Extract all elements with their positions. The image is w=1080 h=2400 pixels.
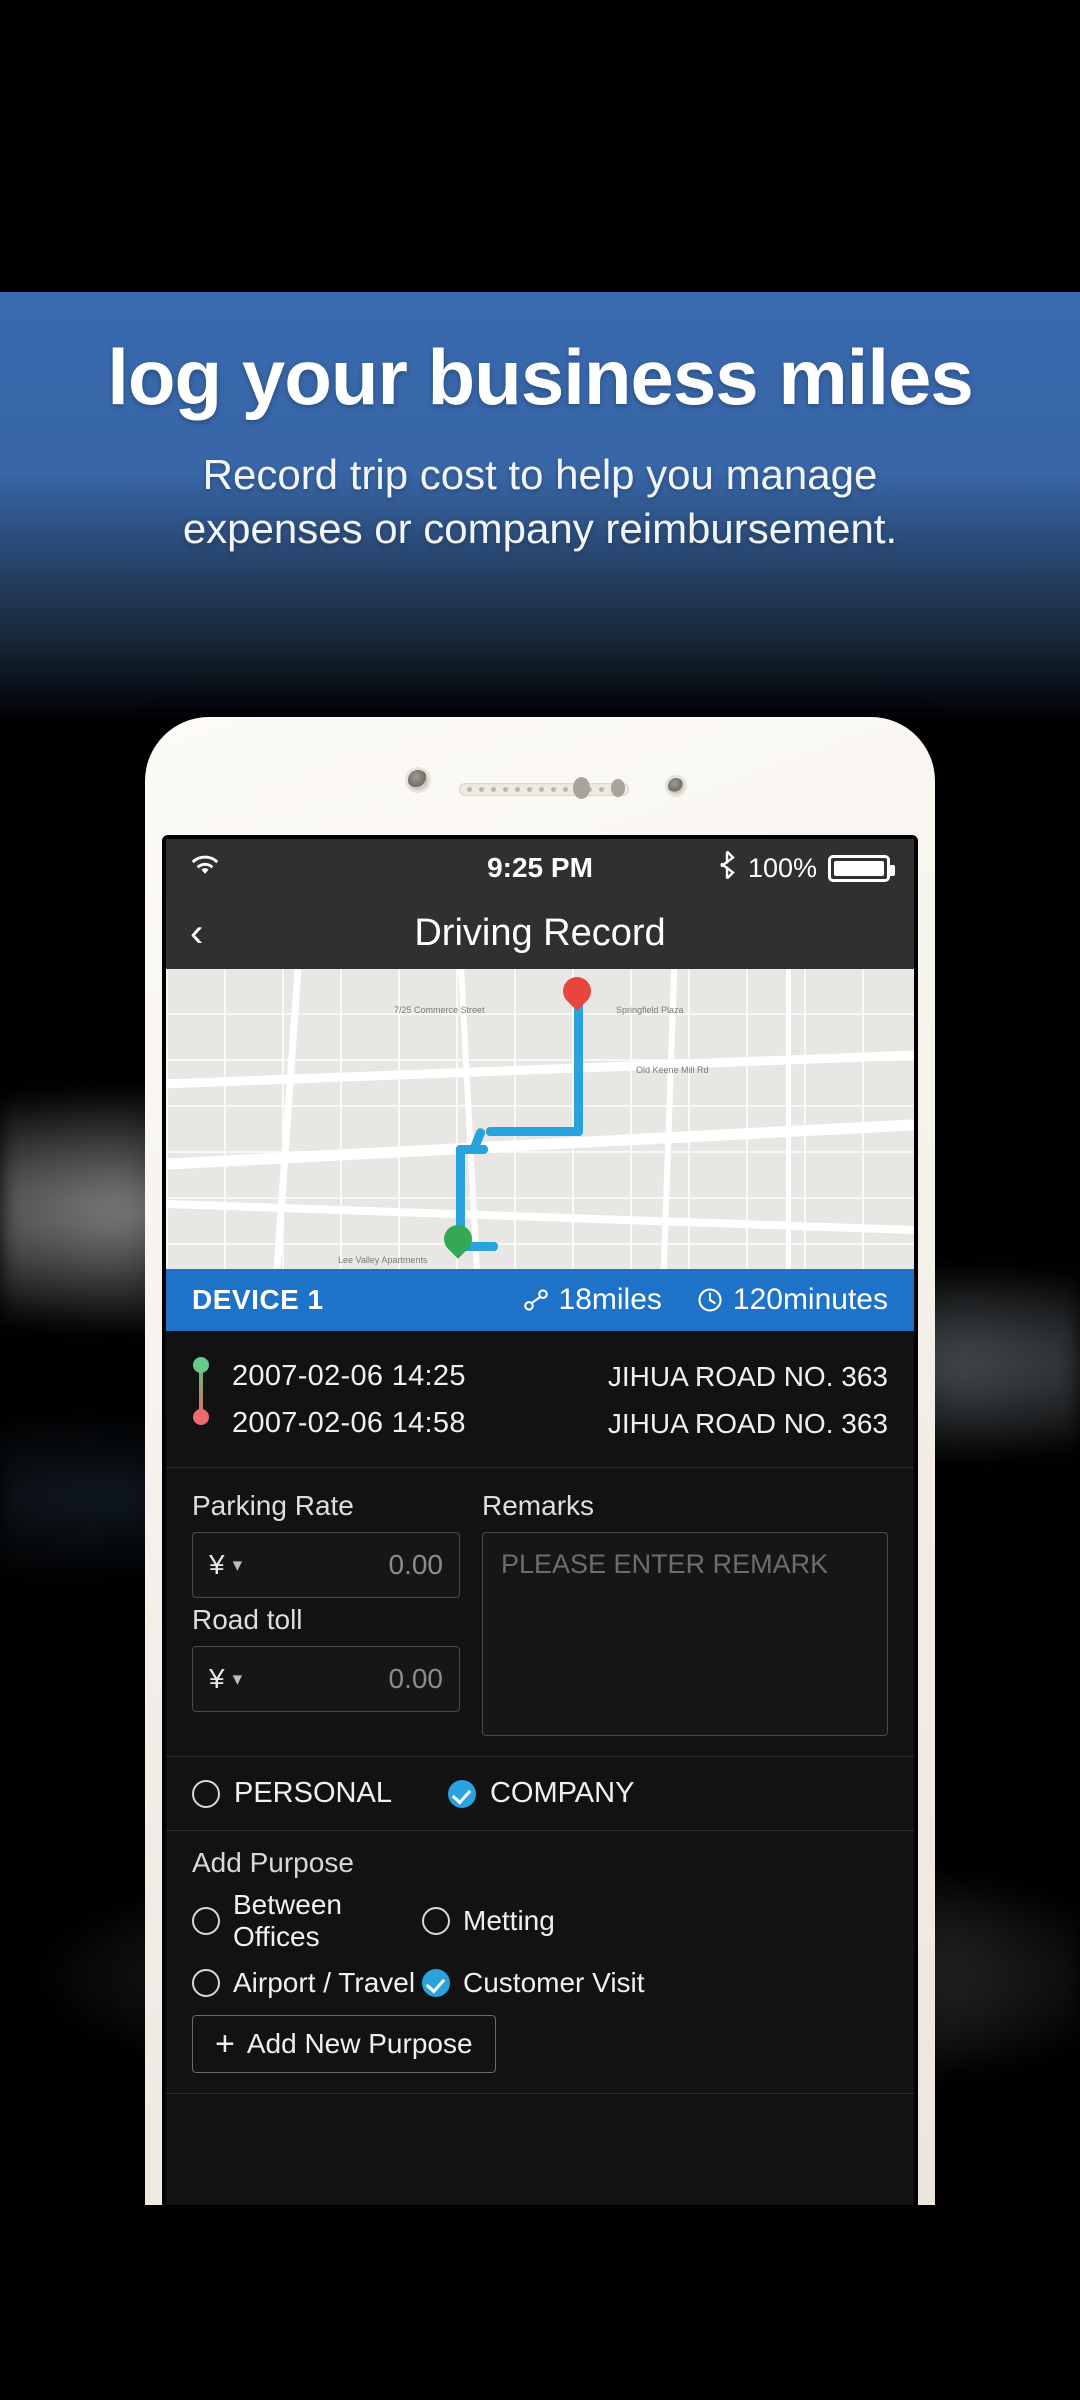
trip-stats-bar: DEVICE 1 18miles 120minutes [166,1269,914,1331]
screenshot-root: log your business miles Record trip cost… [0,0,1080,2400]
radio-unchecked-icon [192,1779,220,1808]
chevron-down-icon: ▾ [232,1554,243,1576]
trip-start-datetime: 2007-02-06 14:25 [232,1360,466,1392]
end-dot-icon [193,1409,209,1425]
radio-unchecked-icon [422,1907,450,1935]
road-toll-value: 0.00 [388,1663,444,1694]
currency-symbol: ¥ [209,1663,225,1694]
promo-subline-line2: expenses or company reimbursement. [182,504,898,552]
bluetooth-icon [717,850,737,887]
page-title: Driving Record [414,911,666,954]
map-label: Springfield Plaza [616,1005,684,1015]
road-toll-input[interactable]: ¥ ▾ 0.00 [192,1646,460,1712]
trip-timeline-indicator [192,1353,210,1447]
map-pin-red[interactable] [557,971,597,1015]
purpose-customer-visit[interactable]: Customer Visit [422,1967,888,1999]
trip-map[interactable]: 7/25 Commerce Street Lee Valley Apartmen… [166,969,914,1269]
trip-row: 2007-02-06 14:25 JIHUA ROAD NO. 363 [232,1353,888,1400]
light-sensor-icon [611,779,625,797]
radio-checked-icon [422,1969,450,1997]
trip-stats: 18miles 120minutes [522,1283,888,1317]
trip-row: 2007-02-06 14:58 JIHUA ROAD NO. 363 [232,1400,888,1447]
app-screen: 9:25 PM 100% ‹ Driving Record 7/25 Comme… [166,839,914,2205]
parking-rate-value: 0.00 [388,1549,444,1580]
trip-type-selector: PERSONAL COMPANY [166,1757,914,1831]
purpose-option-label: Customer Visit [463,1967,645,1998]
phone-screen-bezel: 9:25 PM 100% ‹ Driving Record 7/25 Comme… [162,835,918,2205]
distance-stat: 18miles [522,1283,662,1317]
secondary-sensor-icon [665,775,687,797]
map-road [786,969,791,1269]
map-pin-green[interactable] [438,1219,478,1263]
radio-unchecked-icon [192,1907,220,1935]
chevron-down-icon: ▾ [232,1668,243,1690]
promo-subline: Record trip cost to help you manage expe… [0,448,1080,556]
phone-top-bezel [145,717,935,835]
add-new-purpose-button[interactable]: + Add New Purpose [192,2015,496,2073]
remarks-column: Remarks PLEASE ENTER REMARK [482,1484,888,1736]
purpose-title: Add Purpose [192,1847,354,1878]
currency-selector-toll[interactable]: ¥ ▾ [209,1663,242,1695]
purpose-between-offices[interactable]: Between Offices [192,1889,422,1953]
trip-start-address: JIHUA ROAD NO. 363 [607,1360,888,1392]
purpose-airport-travel[interactable]: Airport / Travel [192,1967,422,1999]
trip-end-address: JIHUA ROAD NO. 363 [607,1407,888,1439]
promo-subline-line1: Record trip cost to help you manage [202,451,878,498]
battery-full-icon [828,854,895,882]
duration-stat: 120minutes [696,1283,888,1317]
nav-bar: ‹ Driving Record [166,897,914,969]
parking-rate-input[interactable]: ¥ ▾ 0.00 [192,1532,460,1598]
status-bar: 9:25 PM 100% [166,839,914,897]
route-icon [522,1286,550,1314]
radio-checked-icon [447,1779,476,1808]
phone-mockup: 9:25 PM 100% ‹ Driving Record 7/25 Comme… [145,717,935,2205]
purpose-option-label: Between Offices [233,1889,342,1952]
clock-icon [696,1286,724,1314]
road-toll-label: Road toll [192,1604,303,1635]
promo-panel: log your business miles Record trip cost… [0,292,1080,2205]
trip-endpoints: 2007-02-06 14:25 JIHUA ROAD NO. 363 2007… [166,1331,914,1468]
plus-icon: + [215,2025,235,2063]
status-bar-right: 100% [717,850,895,887]
purpose-option-label: Metting [463,1905,555,1936]
duration-value: 120minutes [732,1283,888,1316]
purpose-section: Add Purpose Between Offices Metting Airp… [166,1831,914,2094]
map-label: 7/25 Commerce Street [394,1005,485,1015]
trip-type-personal[interactable]: PERSONAL [192,1777,392,1810]
currency-symbol: ¥ [209,1549,225,1580]
front-camera-icon [405,767,431,793]
remarks-label: Remarks [482,1490,595,1521]
map-label: Old Keene Mill Rd [636,1065,709,1075]
map-route-segment [486,1127,583,1136]
promo-headline: log your business miles [107,333,974,421]
parking-rate-label: Parking Rate [192,1490,354,1521]
add-new-purpose-label: Add New Purpose [246,2028,473,2059]
cost-fields: Parking Rate ¥ ▾ 0.00 Road toll ¥ ▾ 0.00… [166,1468,914,1757]
trip-rows: 2007-02-06 14:25 JIHUA ROAD NO. 363 2007… [232,1353,888,1447]
trip-type-company[interactable]: COMPANY [447,1777,635,1810]
battery-percent-label: 100% [747,852,817,883]
currency-selector-parking[interactable]: ¥ ▾ [209,1549,242,1581]
cost-inputs-column: Parking Rate ¥ ▾ 0.00 Road toll ¥ ▾ 0.00 [192,1484,460,1736]
trip-type-personal-label: PERSONAL [234,1777,392,1809]
radio-unchecked-icon [192,1969,220,1997]
earpiece-speaker [459,783,629,796]
remarks-input[interactable]: PLEASE ENTER REMARK [482,1532,888,1736]
device-label: DEVICE 1 [192,1284,324,1315]
purpose-metting[interactable]: Metting [422,1889,888,1953]
purpose-options: Between Offices Metting Airport / Travel [192,1889,888,1999]
proximity-sensor-icon [573,777,590,799]
map-route-segment [574,995,583,1135]
purpose-option-label: Airport / Travel [233,1967,416,1998]
distance-value: 18miles [558,1283,662,1316]
start-dot-icon [193,1357,209,1373]
map-label: Lee Valley Apartments [338,1255,428,1265]
trip-type-company-label: COMPANY [489,1777,635,1809]
trip-end-datetime: 2007-02-06 14:58 [232,1407,466,1439]
